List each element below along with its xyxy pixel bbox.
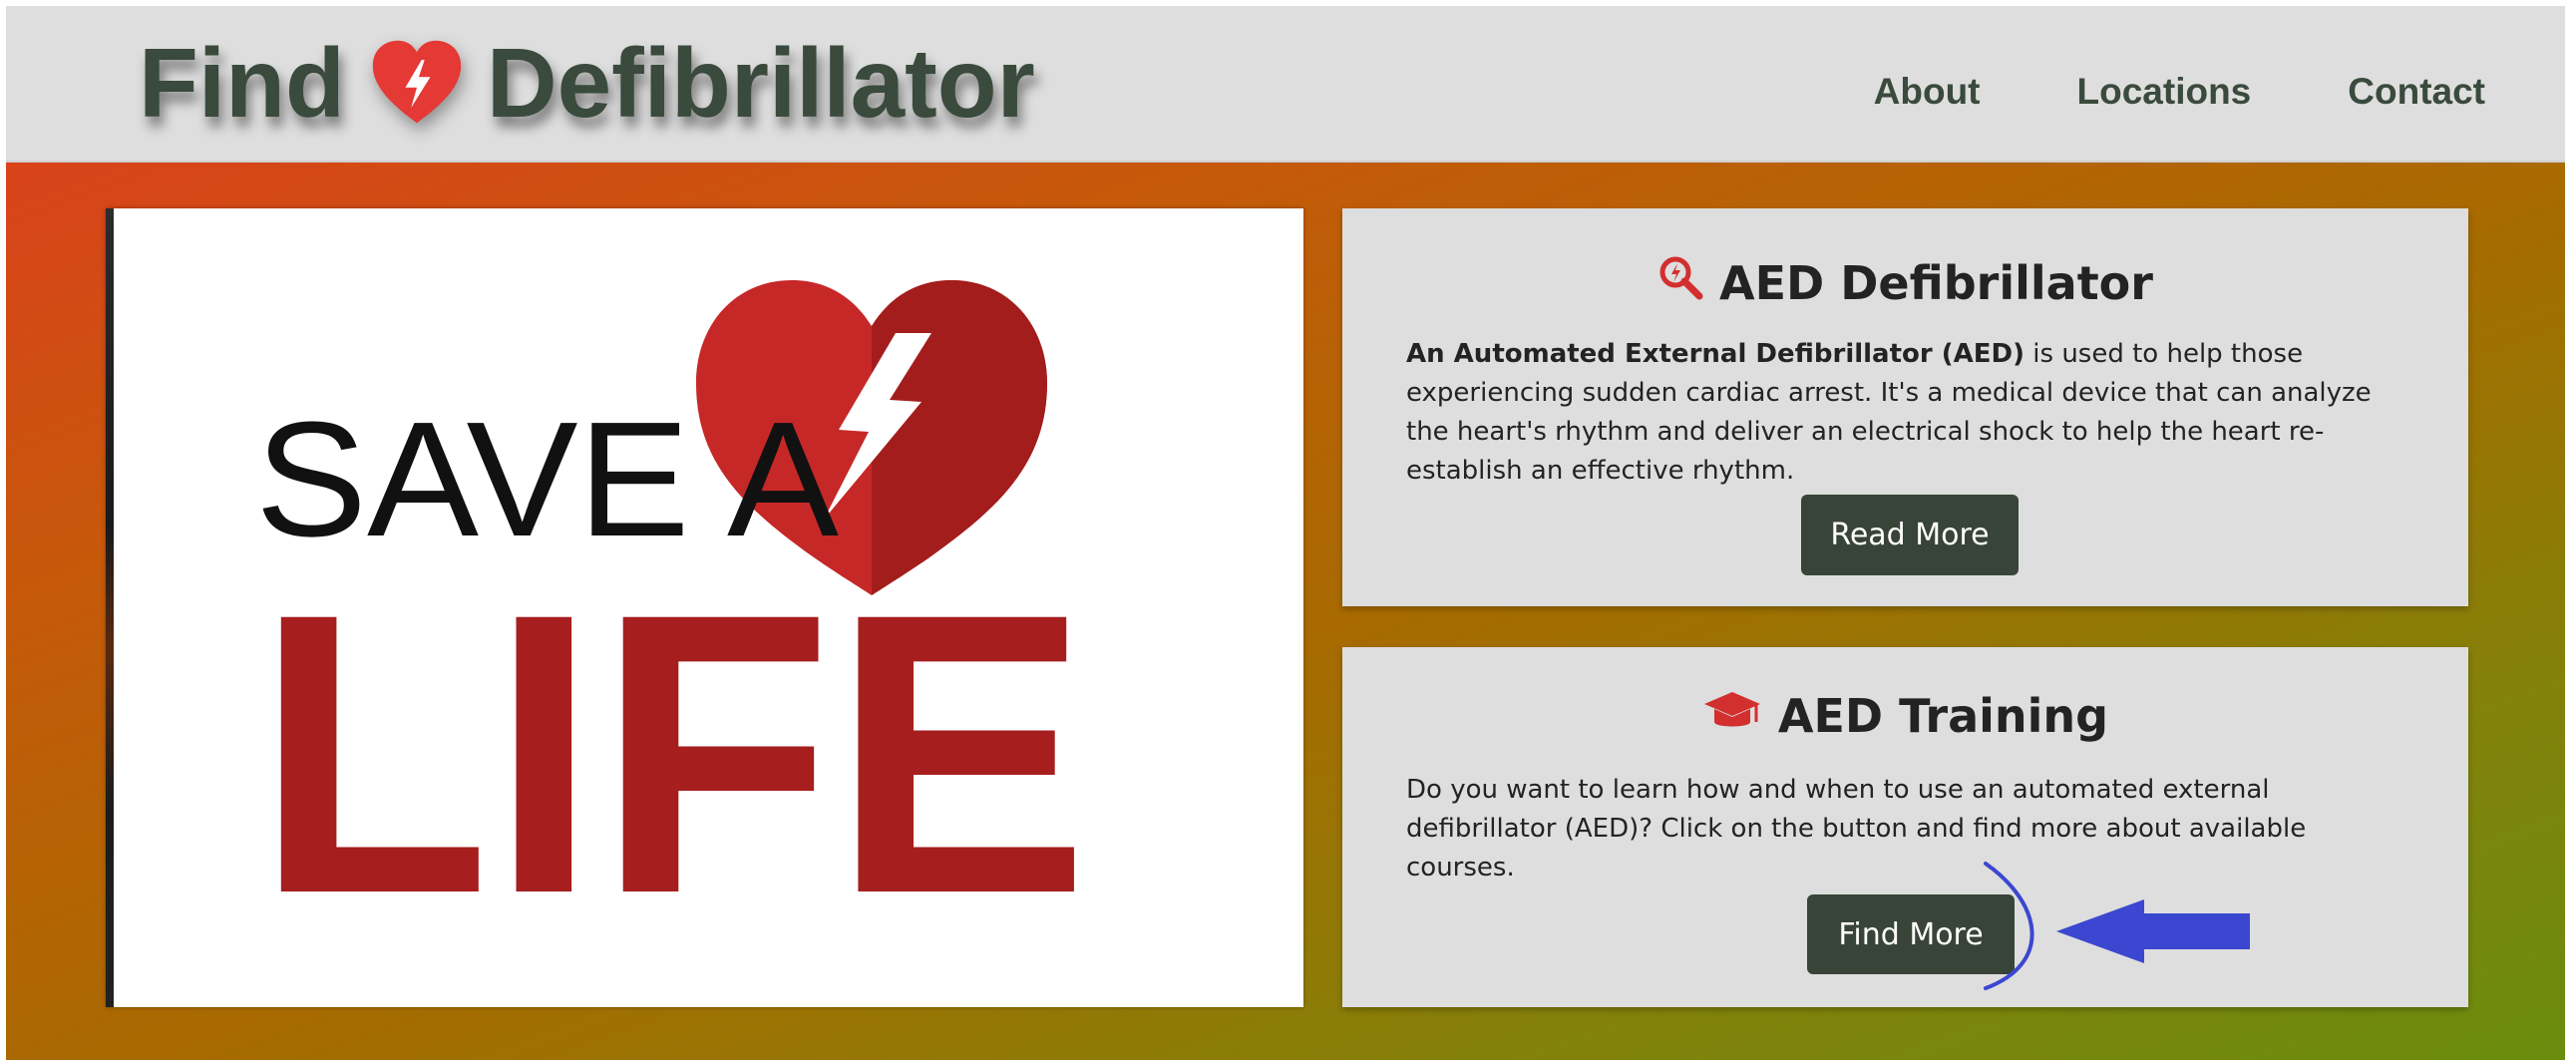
aed-defibrillator-card: AED Defibrillator An Automated External … — [1342, 208, 2468, 606]
navbar: Find Defibrillator About Locations Conta… — [6, 6, 2565, 163]
aed-training-card: AED Training Do you want to learn how an… — [1342, 647, 2468, 1007]
nav-contact[interactable]: Contact — [2348, 71, 2485, 113]
brand-logo[interactable]: Find Defibrillator — [139, 28, 1035, 138]
search-icon — [1657, 254, 1703, 311]
save-a-life-graphic: SAVE A LIFE — [255, 280, 1089, 976]
card-title-defibrillator: AED Defibrillator — [1342, 254, 2468, 311]
nav-about[interactable]: About — [1874, 71, 1981, 113]
card-body-defibrillator: An Automated External Defibrillator (AED… — [1406, 335, 2413, 491]
card-title-training: AED Training — [1342, 689, 2468, 743]
main-nav: About Locations Contact — [1874, 71, 2485, 113]
heart-bolt-icon — [369, 35, 465, 131]
brand-text-find: Find — [139, 27, 345, 138]
card-body-training: Do you want to learn how and when to use… — [1406, 775, 2307, 883]
graduation-cap-icon — [1702, 689, 1762, 743]
aed-definition-bold: An Automated External Defibrillator (AED… — [1406, 339, 2025, 369]
save-a-life-image: SAVE A LIFE — [106, 208, 1303, 1007]
nav-locations[interactable]: Locations — [2077, 71, 2252, 113]
read-more-button[interactable]: Read More — [1801, 495, 2019, 575]
hero-line-life: LIFE — [255, 530, 1089, 976]
find-more-button[interactable]: Find More — [1807, 894, 2015, 974]
brand-text-defibrillator: Defibrillator — [486, 27, 1035, 138]
page: Find Defibrillator About Locations Conta… — [6, 6, 2565, 1060]
